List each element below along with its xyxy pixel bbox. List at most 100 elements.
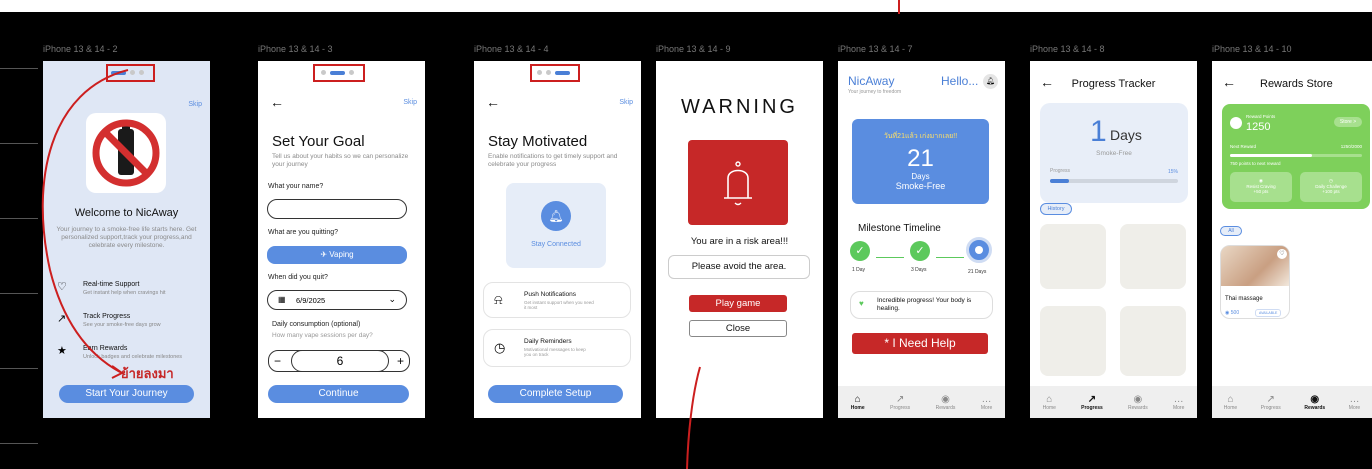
- connected-card: 🔔︎ Stay Connected: [506, 183, 606, 268]
- heart-icon: ♥: [859, 299, 864, 308]
- continue-button[interactable]: Continue: [268, 385, 409, 403]
- nav-rewards[interactable]: ◉ Rewards: [1128, 394, 1148, 411]
- chevron-down-icon: ⌄: [388, 294, 396, 304]
- bottom-nav: ⌂ Home ↗ Progress ◉ Rewards … More: [1030, 386, 1197, 418]
- streak-message: วันที่21แล้ว เก่งมากเลย!!: [883, 133, 958, 140]
- back-arrow-icon[interactable]: ←: [270, 94, 284, 110]
- frame-label: iPhone 13 & 14 - 10: [1212, 44, 1292, 54]
- nav-label: Home: [1223, 404, 1238, 411]
- bottom-nav: ⌂ Home ↗ Progress ◉ Rewards … More: [1212, 386, 1372, 418]
- consumption-hint: How many vape sessions per day?: [272, 332, 373, 339]
- item-points-value: 500: [1230, 310, 1240, 316]
- play-game-button[interactable]: Play game: [689, 295, 787, 312]
- name-field[interactable]: [267, 199, 407, 219]
- encouragement-text: Incredible progress! Your body is healin…: [877, 297, 972, 312]
- milestone-title: Milestone Timeline: [858, 223, 941, 234]
- streak-card: วันที่21แล้ว เก่งมากเลย!! 21 Days Smoke-…: [852, 119, 989, 204]
- page-title: Rewards Store: [1260, 78, 1333, 90]
- plus-button[interactable]: +: [397, 354, 404, 368]
- more-icon: …: [1349, 393, 1360, 405]
- nav-more[interactable]: … More: [1173, 394, 1184, 411]
- highlight-box: [530, 64, 580, 82]
- item-name: Thai massage: [1225, 296, 1263, 302]
- calendar-icon: ▦: [278, 295, 286, 304]
- notification-icon[interactable]: 🔔︎: [983, 74, 998, 89]
- skip-link[interactable]: Skip: [619, 99, 633, 106]
- nav-label: Rewards: [1128, 404, 1148, 411]
- nav-home[interactable]: ⌂ Home: [851, 394, 865, 411]
- nav-progress[interactable]: ↗ Progress: [1081, 394, 1103, 411]
- nav-more[interactable]: … More: [981, 394, 992, 411]
- complete-setup-button[interactable]: Complete Setup: [488, 385, 623, 403]
- brand-tagline: Your journey to freedom: [848, 89, 902, 95]
- nav-rewards[interactable]: ◉ Rewards: [936, 394, 956, 411]
- bottom-nav: ⌂ Home ↗ Progress ◉ Rewards … More: [838, 386, 1005, 418]
- consumption-label: Daily consumption (optional): [272, 321, 361, 328]
- nav-home[interactable]: ⌂ Home: [1224, 394, 1237, 411]
- nav-label: Rewards: [1304, 404, 1326, 411]
- milestone-label: 1 Day: [852, 267, 866, 273]
- page-subtitle: Enable notifications to get timely suppo…: [488, 153, 618, 168]
- page-title: Set Your Goal: [272, 133, 365, 150]
- nav-more[interactable]: … More: [1349, 394, 1360, 411]
- reward-icon: ◉: [1310, 393, 1320, 405]
- resist-craving-button[interactable]: ◉ Resist Craving +50 pts: [1230, 172, 1292, 202]
- highlight-box: [313, 64, 365, 82]
- history-card[interactable]: [1040, 306, 1106, 376]
- nav-progress[interactable]: ↗ Progress: [890, 394, 910, 411]
- nav-rewards[interactable]: ◉ Rewards: [1304, 394, 1325, 411]
- stay-motivated-screen: ← Skip Stay Motivated Enable notificatio…: [474, 61, 641, 418]
- quantity-stepper[interactable]: − 6 +: [268, 350, 410, 372]
- timeline-connector: [936, 257, 964, 258]
- back-arrow-icon[interactable]: ←: [486, 94, 500, 110]
- daily-challenge-button[interactable]: ◷ Daily Challenge +100 pts: [1300, 172, 1362, 202]
- need-help-button[interactable]: * I Need Help: [852, 333, 988, 354]
- skip-link[interactable]: Skip: [403, 99, 417, 106]
- history-tab[interactable]: History: [1040, 203, 1072, 215]
- next-reward-label: Next Reward: [1230, 144, 1257, 149]
- quit-label: What are you quitting?: [268, 229, 339, 236]
- nav-label: Home: [850, 404, 865, 411]
- check-icon: ✓: [850, 241, 870, 261]
- push-notifications-option[interactable]: ⍾ Push Notifications Get instant support…: [483, 282, 631, 318]
- frame-label: iPhone 13 & 14 - 9: [656, 44, 731, 54]
- store-button[interactable]: Store >: [1334, 117, 1362, 127]
- page-subtitle: Tell us about your habits so we can pers…: [272, 153, 409, 168]
- to-next-label: 750 points to next reward: [1230, 161, 1281, 166]
- next-reward-value: 1250/2000: [1340, 144, 1362, 149]
- close-button[interactable]: Close: [689, 320, 787, 337]
- trend-icon: ↗: [1266, 393, 1275, 405]
- more-icon: …: [981, 393, 992, 405]
- rewards-store-screen: ← Rewards Store Reward Points 1250 Store…: [1212, 61, 1372, 418]
- greeting: Hello...: [941, 74, 979, 88]
- filter-all-chip[interactable]: All: [1220, 226, 1242, 236]
- date-field[interactable]: ▦ 6/9/2025 ⌄: [267, 290, 407, 310]
- history-card[interactable]: [1120, 224, 1186, 289]
- reward-progress-fill: [1230, 154, 1312, 157]
- count-value[interactable]: 6: [291, 350, 389, 372]
- progress-bar: [1050, 179, 1178, 183]
- milestone-label: 3 Days: [911, 267, 927, 273]
- option-desc: Motivational messages to keep you on tra…: [524, 347, 586, 357]
- reward-item-card[interactable]: ♡ Thai massage ◉ 500 AVAILABLE: [1220, 245, 1290, 319]
- vaping-option[interactable]: ✈ Vaping: [267, 246, 407, 264]
- daily-reminders-option[interactable]: ◷ Daily Reminders Motivational messages …: [483, 329, 631, 367]
- minus-button[interactable]: −: [274, 354, 281, 368]
- smoke-free-label: Smoke-Free: [895, 181, 946, 191]
- points-card: Reward Points 1250 Store > Next Reward 1…: [1222, 104, 1370, 209]
- nav-progress[interactable]: ↗ Progress: [1261, 394, 1281, 411]
- frame-label: iPhone 13 & 14 - 2: [43, 44, 118, 54]
- home-screen: NicAway Your journey to freedom Hello...…: [838, 61, 1005, 418]
- frame-label: iPhone 13 & 14 - 3: [258, 44, 333, 54]
- action-points: +100 pts: [1322, 189, 1340, 194]
- nav-home[interactable]: ⌂ Home: [1043, 394, 1056, 411]
- history-card[interactable]: [1040, 224, 1106, 289]
- history-card[interactable]: [1120, 306, 1186, 376]
- option-desc: Get instant support when you need it mos…: [524, 300, 594, 310]
- name-label: What your name?: [268, 183, 324, 190]
- back-arrow-icon[interactable]: ←: [1222, 74, 1236, 90]
- warning-title: WARNING: [681, 96, 798, 118]
- current-milestone-icon: [966, 237, 992, 263]
- date-label: When did you quit?: [268, 274, 328, 281]
- favorite-icon[interactable]: ♡: [1277, 249, 1287, 259]
